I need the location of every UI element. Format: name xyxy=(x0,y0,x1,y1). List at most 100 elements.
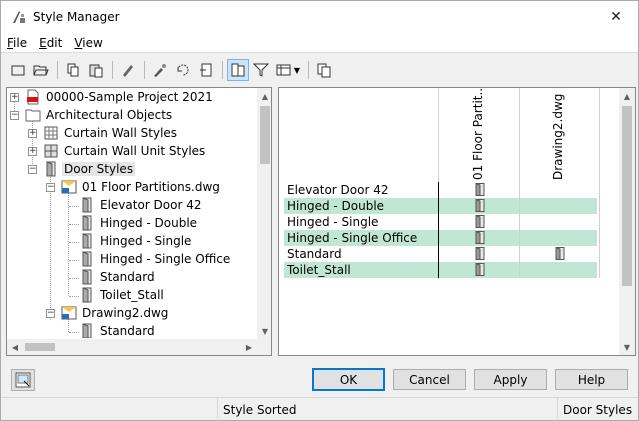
toggle-view-icon xyxy=(177,64,189,76)
tree-node-style[interactable]: Hinged - Single xyxy=(79,232,193,250)
purge-icon xyxy=(154,64,166,77)
tree-node-door-styles[interactable]: Door Styles xyxy=(43,160,136,178)
view-mode-dropdown[interactable]: ▼ xyxy=(273,59,303,81)
column-header-drawing2[interactable]: Drawing2.dwg xyxy=(551,94,565,180)
purge-button[interactable] xyxy=(149,59,171,81)
tree-node-style[interactable]: Standard xyxy=(79,322,157,338)
scroll-up-icon[interactable]: ▲ xyxy=(619,88,635,104)
help-toolbar-button[interactable] xyxy=(313,59,335,81)
style-present-door-icon[interactable] xyxy=(475,231,485,244)
toolbar-separator xyxy=(112,61,113,79)
tree-line xyxy=(69,332,79,333)
tree-node-curtain-wall-styles[interactable]: Curtain Wall Styles xyxy=(43,124,179,142)
collapse-toggle[interactable]: − xyxy=(10,111,19,120)
folder-icon xyxy=(25,109,41,122)
style-present-door-icon[interactable] xyxy=(475,247,485,260)
collapse-toggle[interactable]: − xyxy=(46,309,55,318)
tree-node-label: Standard xyxy=(100,270,155,284)
door-icon xyxy=(82,215,92,231)
style-present-door-icon[interactable] xyxy=(475,183,485,196)
style-present-door-icon[interactable] xyxy=(475,263,485,276)
tree-node-style[interactable]: Hinged - Single Office xyxy=(79,250,232,268)
matrix-vertical-scrollbar[interactable]: ▲ ▼ xyxy=(619,88,635,355)
tree-node-style[interactable]: Elevator Door 42 xyxy=(79,196,204,214)
matrix-row[interactable]: Hinged - Single xyxy=(284,214,597,230)
expand-toggle[interactable]: + xyxy=(10,93,19,102)
column-header-01-floor-partitions[interactable]: 01 Floor Partit... xyxy=(471,88,485,180)
grid-line xyxy=(438,88,439,183)
collapse-toggle[interactable]: − xyxy=(28,165,37,174)
tree-node-drawing-01-floor-partitions[interactable]: 01 Floor Partitions.dwg xyxy=(61,178,222,196)
tree-node-style[interactable]: Hinged - Double xyxy=(79,214,199,232)
menu-file[interactable]: File xyxy=(1,36,33,50)
tree-node-label: Door Styles xyxy=(62,162,136,176)
tree-horizontal-scrollbar[interactable]: ◀ ▶ xyxy=(7,339,257,355)
row-style-name: Elevator Door 42 xyxy=(287,183,389,197)
scroll-thumb[interactable] xyxy=(25,343,55,351)
window-title: Style Manager xyxy=(33,10,120,24)
new-drawing-button[interactable] xyxy=(7,59,29,81)
inline-edit-icon xyxy=(231,63,245,77)
expand-toggle[interactable]: + xyxy=(28,129,37,138)
scroll-down-icon[interactable]: ▼ xyxy=(257,323,271,339)
style-present-door-icon[interactable] xyxy=(475,199,485,212)
menu-edit[interactable]: Edit xyxy=(33,36,68,50)
matrix-row[interactable]: Toilet_Stall xyxy=(284,262,597,278)
collapse-toggle[interactable]: − xyxy=(46,183,55,192)
copy-icon xyxy=(67,63,79,77)
style-present-door-icon[interactable] xyxy=(555,247,565,260)
apply-button[interactable]: Apply xyxy=(474,369,547,390)
matrix-row[interactable]: Hinged - Double xyxy=(284,198,597,214)
door-icon xyxy=(82,287,92,303)
filter-icon xyxy=(253,63,269,77)
tree-line xyxy=(69,224,79,225)
filter-button[interactable] xyxy=(250,59,272,81)
edit-style-button[interactable] xyxy=(117,59,139,81)
matrix-row[interactable]: Elevator Door 42 xyxy=(284,182,597,198)
door-icon xyxy=(82,233,92,249)
toggle-view-button[interactable] xyxy=(172,59,194,81)
status-left xyxy=(1,398,217,421)
tree-node-project[interactable]: 00000-Sample Project 2021 xyxy=(25,88,215,106)
tree-vertical-scrollbar[interactable]: ▲ ▼ xyxy=(257,88,271,339)
set-from-button[interactable] xyxy=(195,59,217,81)
matrix-row[interactable]: Standard xyxy=(284,246,597,262)
open-drawing-button[interactable] xyxy=(30,59,52,81)
edit-style-icon xyxy=(123,65,133,77)
scroll-left-icon[interactable]: ◀ xyxy=(7,339,23,355)
toggle-drawing-view-button[interactable] xyxy=(11,369,35,391)
paste-icon xyxy=(89,64,103,78)
tree-line xyxy=(69,278,79,279)
close-button[interactable]: ✕ xyxy=(594,1,638,33)
tree-node-label: Hinged - Double xyxy=(100,216,198,230)
row-style-name: Hinged - Single xyxy=(287,215,379,229)
scroll-thumb[interactable] xyxy=(260,106,270,164)
expand-toggle[interactable]: + xyxy=(28,147,37,156)
tree-node-style[interactable]: Standard xyxy=(79,268,157,286)
tree-node-drawing2[interactable]: Drawing2.dwg xyxy=(61,304,170,322)
grid-line xyxy=(599,182,600,278)
toolbar-separator xyxy=(308,61,309,79)
scroll-down-icon[interactable]: ▼ xyxy=(619,339,635,355)
scroll-up-icon[interactable]: ▲ xyxy=(257,88,271,104)
style-present-door-icon[interactable] xyxy=(475,215,485,228)
style-matrix-pane[interactable]: 01 Floor Partit... Drawing2.dwg Elevator… xyxy=(278,87,636,356)
select-object-icon xyxy=(15,372,31,388)
scroll-thumb[interactable] xyxy=(622,106,632,286)
scroll-right-icon[interactable]: ▶ xyxy=(241,339,257,355)
matrix-row[interactable]: Hinged - Single Office xyxy=(284,230,597,246)
tree-content: + 00000-Sample Project 2021 − Architectu… xyxy=(7,88,257,338)
copy-button[interactable] xyxy=(62,59,84,81)
inline-edit-button[interactable] xyxy=(227,59,249,81)
style-tree[interactable]: + 00000-Sample Project 2021 − Architectu… xyxy=(6,87,272,356)
cancel-button[interactable]: Cancel xyxy=(393,369,466,390)
menu-view[interactable]: View xyxy=(68,36,108,50)
tree-node-curtain-wall-unit-styles[interactable]: Curtain Wall Unit Styles xyxy=(43,142,207,160)
toolbar-separator xyxy=(222,61,223,79)
help-button[interactable]: Help xyxy=(555,369,628,390)
tree-node-style[interactable]: Toilet_Stall xyxy=(79,286,166,304)
paste-button[interactable] xyxy=(85,59,107,81)
tree-node-architectural-objects[interactable]: Architectural Objects xyxy=(25,106,174,124)
ok-button[interactable]: OK xyxy=(312,368,385,391)
drawing-icon xyxy=(61,306,77,320)
